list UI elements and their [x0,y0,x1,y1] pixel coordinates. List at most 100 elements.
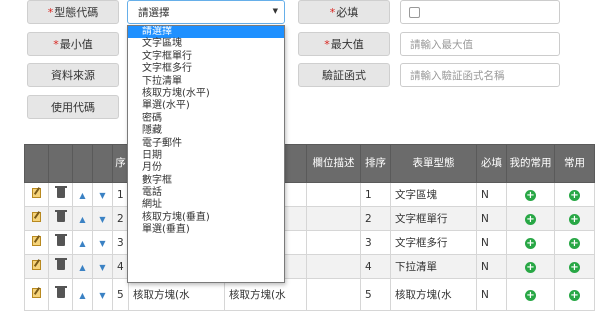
cell-sort: 4 [360,254,391,279]
plus-circle-icon[interactable]: + [525,289,536,301]
cell-sort: 1 [360,182,391,207]
cell-form-type: 文字框單行 [390,206,477,231]
cell-field-desc [306,206,361,231]
trash-icon[interactable] [54,234,67,246]
cell-type: 核取方塊(水 [128,278,225,311]
chevron-down-icon: ▼ [272,7,278,15]
cell-field-desc [306,230,361,255]
edit-icon[interactable] [32,260,41,270]
arrow-up-icon[interactable]: ▲ [79,263,85,272]
header-up [72,144,93,183]
required-marker: * [53,37,59,51]
header-common: 常用 [554,144,595,183]
plus-circle-icon[interactable]: + [569,261,580,273]
dropdown-option[interactable]: 單選(水平) [128,100,284,112]
dropdown-option[interactable]: 文字區塊 [128,38,284,50]
required-marker: * [329,5,336,19]
table-row: ▲ ▼ 5 核取方塊(水 核取方塊(水 5 核取方塊(水 N + + [24,278,595,311]
validation-label: 驗証函式 [298,63,390,87]
trash-icon[interactable] [54,258,67,270]
arrow-down-icon[interactable]: ▼ [99,291,105,300]
trash-icon[interactable] [54,286,67,298]
arrow-down-icon[interactable]: ▼ [99,239,105,248]
validation-input[interactable]: 請輸入驗証函式名稱 [400,63,560,87]
required-label: * 必填 [298,0,390,24]
header-down [92,144,113,183]
max-value-input[interactable]: 請輸入最大值 [400,32,560,56]
arrow-up-icon[interactable]: ▲ [79,215,85,224]
arrow-up-icon[interactable]: ▲ [79,291,85,300]
plus-circle-icon[interactable]: + [569,289,580,301]
type-code-label-text: 型態代碼 [54,6,99,19]
validation-label-text: 驗証函式 [322,69,366,82]
plus-circle-icon[interactable]: + [525,237,536,249]
dropdown-option[interactable]: 核取方塊(水平) [128,88,284,100]
cell-seq: 5 [112,278,129,311]
cell-required: N [476,206,507,231]
type-code-select-value: 請選擇 [138,6,170,19]
arrow-down-icon[interactable]: ▼ [99,263,105,272]
type-code-dropdown-list: 請選擇 文字區塊 文字框單行 文字框多行 下拉清單 核取方塊(水平) 單選(水平… [127,25,285,283]
cell-form-type: 核取方塊(水 [390,278,477,311]
dropdown-option[interactable]: 電子郵件 [128,138,284,150]
cell-sort: 2 [360,206,391,231]
plus-circle-icon[interactable]: + [569,189,580,201]
dropdown-option[interactable]: 月份 [128,162,284,174]
dropdown-option[interactable]: 密碼 [128,113,284,125]
plus-circle-icon[interactable]: + [525,261,536,273]
dropdown-option[interactable]: 電話 [128,187,284,199]
edit-icon[interactable] [32,236,41,246]
arrow-down-icon[interactable]: ▼ [99,191,105,200]
dropdown-option[interactable]: 網址 [128,199,284,211]
cell-sort: 5 [360,278,391,311]
dropdown-option[interactable]: 數字框 [128,175,284,187]
cell-field-desc [306,182,361,207]
type-code-label: * 型態代碼 [27,0,119,24]
usecode-label: 使用代碼 [27,95,119,119]
trash-icon[interactable] [54,210,67,222]
required-field-box [400,0,560,24]
min-value-label: * 最小值 [27,32,119,56]
plus-circle-icon[interactable]: + [525,189,536,201]
cell-required: N [476,254,507,279]
plus-circle-icon[interactable]: + [525,213,536,225]
arrow-up-icon[interactable]: ▲ [79,191,85,200]
edit-icon[interactable] [32,188,41,198]
dropdown-option[interactable]: 核取方塊(垂直) [128,212,284,224]
cell-form-type: 下拉清單 [390,254,477,279]
required-marker: * [47,5,54,19]
datasource-label-text: 資料來源 [51,69,95,82]
edit-icon[interactable] [32,288,41,298]
max-value-label: * 最大值 [298,32,390,56]
header-edit [24,144,49,183]
cell-sort: 3 [360,230,391,255]
arrow-up-icon[interactable]: ▲ [79,239,85,248]
arrow-down-icon[interactable]: ▼ [99,215,105,224]
cell-field-desc [306,254,361,279]
header-sort: 排序 [360,144,391,183]
required-marker: * [324,37,330,51]
min-value-label-text: 最小值 [59,38,93,51]
header-required: 必填 [476,144,507,183]
dropdown-option[interactable]: 下拉清單 [128,76,284,88]
cell-type-2: 核取方塊(水 [224,278,307,311]
type-code-select[interactable]: 請選擇 ▼ [127,0,285,24]
dropdown-option[interactable]: 文字框單行 [128,51,284,63]
trash-icon[interactable] [54,186,67,198]
cell-form-type: 文字框多行 [390,230,477,255]
required-checkbox[interactable] [409,7,420,18]
header-field-desc: 欄位描述 [306,144,361,183]
plus-circle-icon[interactable]: + [569,237,580,249]
max-value-label-text: 最大值 [330,38,364,51]
dropdown-option[interactable]: 文字框多行 [128,63,284,75]
edit-icon[interactable] [32,212,41,222]
header-form-type: 表單型態 [390,144,477,183]
usecode-label-text: 使用代碼 [51,101,95,114]
dropdown-option[interactable]: 請選擇 [128,26,284,39]
dropdown-option[interactable]: 單選(垂直) [128,224,284,236]
table-row: ▲ ▼ 2 2 文字框單行 N + + [24,206,595,231]
dropdown-option[interactable]: 隱藏 [128,125,284,137]
dropdown-option[interactable]: 日期 [128,150,284,162]
table-row: ▲ ▼ 3 3 文字框多行 N + + [24,230,595,255]
plus-circle-icon[interactable]: + [569,213,580,225]
